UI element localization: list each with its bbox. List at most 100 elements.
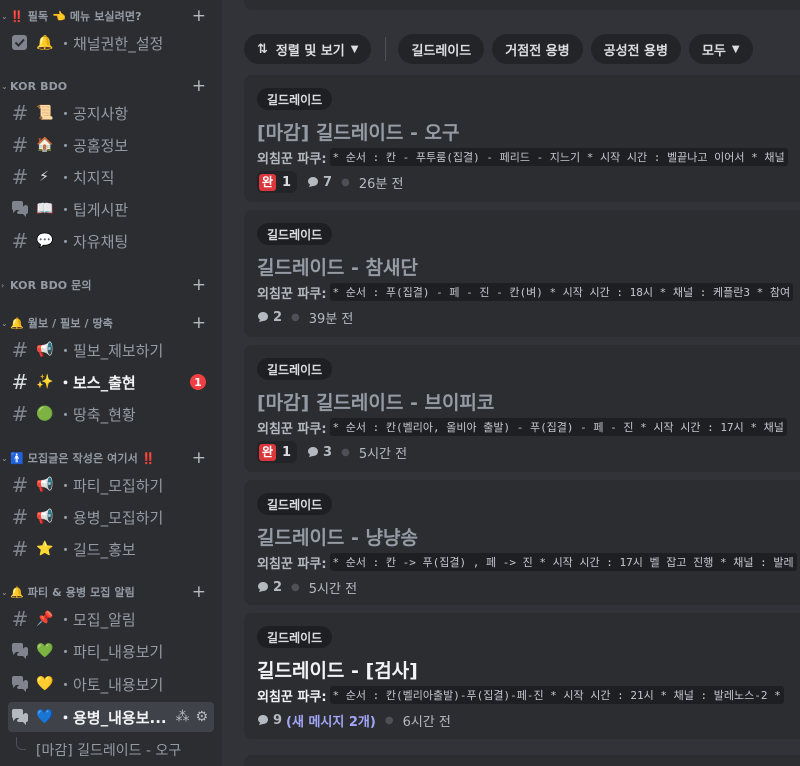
post-snippet: * 순서 : 칸(벨리아, 올비아 출발) - 푸(집결) - 페 - 진 * … <box>329 418 787 436</box>
forum-channel-icon <box>12 709 28 725</box>
channel-boss-spawn[interactable]: # ✨ ・보스_출현 1 <box>8 367 214 397</box>
hashtag-icon: # <box>11 229 29 253</box>
chevron-down-icon: ⌄ <box>1 81 8 91</box>
message-bubble-icon <box>258 715 268 725</box>
add-channel-icon[interactable]: + <box>192 449 206 467</box>
message-count-value: 2 <box>273 309 283 325</box>
post-author: 외침꾼 파쿠: <box>257 556 327 572</box>
channel-name: ・아토_내용보기 <box>58 675 164 694</box>
add-channel-icon[interactable]: + <box>192 583 206 601</box>
channel-tip-board[interactable]: 📖 ・팁게시판 <box>8 194 214 224</box>
tag-filter-guild-raid[interactable]: 길드레이드 <box>398 34 485 64</box>
checklist-channel-icon <box>12 35 27 50</box>
channel-mercenary-view[interactable]: 💙 ・용병_내용보... ⁂ ⚙ <box>8 702 214 732</box>
channel-name: ・길드_홍보 <box>58 540 136 559</box>
sort-view-button[interactable]: ⇅ 정렬 및 보기 ▼ <box>244 34 372 64</box>
category-boss-alerts[interactable]: ⌄ 🔔 월보 / 필보 / 땅축 + <box>0 313 222 333</box>
scroll-emoji-icon: 📜 <box>36 105 54 121</box>
channel-name: ・파티_모집하기 <box>58 476 164 495</box>
post-preview: 외침꾼 파쿠: * 순서 : 칸 -> 푸(집결) , 페 -> 진 * 시작 … <box>257 553 800 571</box>
reaction-chip[interactable]: 완 1 <box>257 441 298 463</box>
yellow-heart-emoji-icon: 💛 <box>36 676 54 692</box>
complete-emoji-icon: 완 <box>259 173 276 191</box>
channel-name: ・필보_제보하기 <box>58 341 164 360</box>
channel-recruit-alert[interactable]: # 📌 ・모집_알림 <box>8 604 214 634</box>
green-circle-emoji-icon: 🟢 <box>36 406 54 422</box>
channel-land-status[interactable]: # 🟢 ・땅축_현황 <box>8 399 214 429</box>
separator-dot: ● <box>291 581 300 593</box>
forum-post-card[interactable]: 길드레이드 길드레이드 - [검사] 외침꾼 파쿠: * 순서 : 칸(벨리아출… <box>244 613 800 739</box>
add-channel-icon[interactable]: + <box>192 276 206 294</box>
channel-name: ・치지직 <box>58 168 115 187</box>
reaction-chip[interactable]: 완 1 <box>257 171 298 193</box>
channel-name: ・용병_내용보... <box>58 708 167 727</box>
post-title: [마감] 길드레이드 - 브이피코 <box>257 392 495 414</box>
category-label: 🔔 월보 / 필보 / 땅축 <box>10 317 113 330</box>
channel-notices[interactable]: # 📜 ・공지사항 <box>8 98 214 128</box>
house-emoji-icon: 🏠 <box>36 137 54 153</box>
forum-post-card[interactable]: 길드레이드 [마감] 길드레이드 - 오구 외침꾼 파쿠: * 순서 : 칸 -… <box>244 75 800 202</box>
post-title: 길드레이드 - 냥냥송 <box>257 527 418 549</box>
green-heart-emoji-icon: 💚 <box>36 643 54 659</box>
gear-icon[interactable]: ⚙ <box>195 709 208 725</box>
channel-name: ・공홈정보 <box>58 136 129 155</box>
create-invite-icon[interactable]: ⁂ <box>175 709 189 725</box>
hashtag-icon: # <box>11 338 29 362</box>
channel-homepage-info[interactable]: # 🏠 ・공홈정보 <box>8 130 214 160</box>
channel-party-recruit[interactable]: # 📢 ・파티_모집하기 <box>8 470 214 500</box>
channel-guild-promo[interactable]: # ⭐ ・길드_홍보 <box>8 534 214 564</box>
message-count-value: 7 <box>323 174 333 190</box>
channel-party-view[interactable]: 💚 ・파티_내용보기 <box>8 636 214 666</box>
post-author: 외침꾼 파쿠: <box>257 421 327 437</box>
channel-name: ・모집_알림 <box>58 610 136 629</box>
forum-main: ⇅ 정렬 및 보기 ▼ 길드레이드 거점전 용병 공성전 용병 모두 ▼ 길드레… <box>222 0 800 766</box>
forum-post-card[interactable]: 길드레이드 길드레이드 - 냥냥송 외침꾼 파쿠: * 순서 : 칸 -> 푸(… <box>244 480 800 605</box>
forum-channel-icon <box>12 676 28 692</box>
channel-name: ・팁게시판 <box>58 200 129 219</box>
tag-filter-node-merc[interactable]: 거점전 용병 <box>492 34 583 64</box>
category-kor-bdo[interactable]: ⌄ KOR BDO + <box>0 76 222 96</box>
post-title: 길드레이드 - 참새단 <box>257 257 418 279</box>
tag-filter-siege-merc[interactable]: 공성전 용병 <box>590 34 681 64</box>
post-time: 5시간 전 <box>308 581 358 597</box>
forum-post-card[interactable]: 길드레이드 길드레이드 - 참새단 외침꾼 파쿠: * 순서 : 푸(집결) -… <box>244 210 800 337</box>
add-channel-icon[interactable]: + <box>192 7 206 25</box>
category-label: 🚹 모집글은 작성은 여기서 ‼️ <box>10 452 156 465</box>
post-author: 외침꾼 파쿠: <box>257 151 327 167</box>
category-kor-bdo-inquiry[interactable]: › KOR BDO 문의 + <box>0 275 222 295</box>
sparkles-emoji-icon: ✨ <box>36 374 54 390</box>
sort-label: 정렬 및 보기 <box>275 43 345 59</box>
channel-name: ・공지사항 <box>58 104 129 123</box>
post-time: 26분 전 <box>358 176 404 192</box>
forum-post-card[interactable]: 길드레이드 [마감] 길드레이드 - 브이피코 외침꾼 파쿠: * 순서 : 칸… <box>244 345 800 472</box>
channel-chzzk[interactable]: # ⚡ ・치지직 <box>8 162 214 192</box>
new-messages-label[interactable]: (새 메시지 2개) <box>286 711 376 730</box>
hashtag-icon: # <box>11 607 29 631</box>
forum-post-card[interactable] <box>244 755 800 766</box>
channel-mercenary-recruit[interactable]: # 📢 ・용병_모집하기 <box>8 502 214 532</box>
post-snippet: * 순서 : 칸(벨리아출발)-푸(집결)-페-진 * 시작 시간 : 21시 … <box>329 686 784 704</box>
post-composer-box[interactable] <box>244 0 800 10</box>
complete-emoji-icon: 완 <box>259 443 276 461</box>
category-label: ‼️ 필독 👈 메뉴 보실려면? <box>10 10 142 23</box>
lightning-emoji-icon: ⚡ <box>39 169 49 185</box>
active-thread-item[interactable]: [마감] 길드레이드 - 오구 <box>8 737 214 761</box>
category-must-read[interactable]: ⌄ ‼️ 필독 👈 메뉴 보실려면? + <box>0 6 222 26</box>
channel-free-chat[interactable]: # 💬 ・자유채팅 <box>8 226 214 256</box>
category-recruit-alerts[interactable]: ⌄ 🔔 파티 & 용병 모집 알림 + <box>0 582 222 602</box>
channel-name: ・보스_출현 <box>58 373 136 392</box>
channel-sidebar: ⌄ ‼️ 필독 👈 메뉴 보실려면? + 🔔 ・채널권한_설정 ⌄ KOR BD… <box>0 0 222 766</box>
post-preview: 외침꾼 파쿠: * 순서 : 칸 - 푸투룸(집결) - 페리드 - 지느기 *… <box>257 148 800 166</box>
chevron-down-icon: ⌄ <box>1 453 8 463</box>
channel-ato-view[interactable]: 💛 ・아토_내용보기 <box>8 669 214 699</box>
tag-filter-all-button[interactable]: 모두 ▼ <box>688 34 753 64</box>
separator-dot: ● <box>341 176 350 188</box>
hashtag-icon: # <box>11 505 29 529</box>
add-channel-icon[interactable]: + <box>192 314 206 332</box>
category-recruitment-posting[interactable]: ⌄ 🚹 모집글은 작성은 여기서 ‼️ + <box>0 448 222 468</box>
channel-field-boss-report[interactable]: # 📢 ・필보_제보하기 <box>8 335 214 365</box>
thread-name: [마감] 길드레이드 - 오구 <box>36 743 182 759</box>
add-channel-icon[interactable]: + <box>192 77 206 95</box>
channel-permission-settings[interactable]: 🔔 ・채널권한_설정 <box>8 28 214 58</box>
forum-channel-icon <box>12 201 28 217</box>
